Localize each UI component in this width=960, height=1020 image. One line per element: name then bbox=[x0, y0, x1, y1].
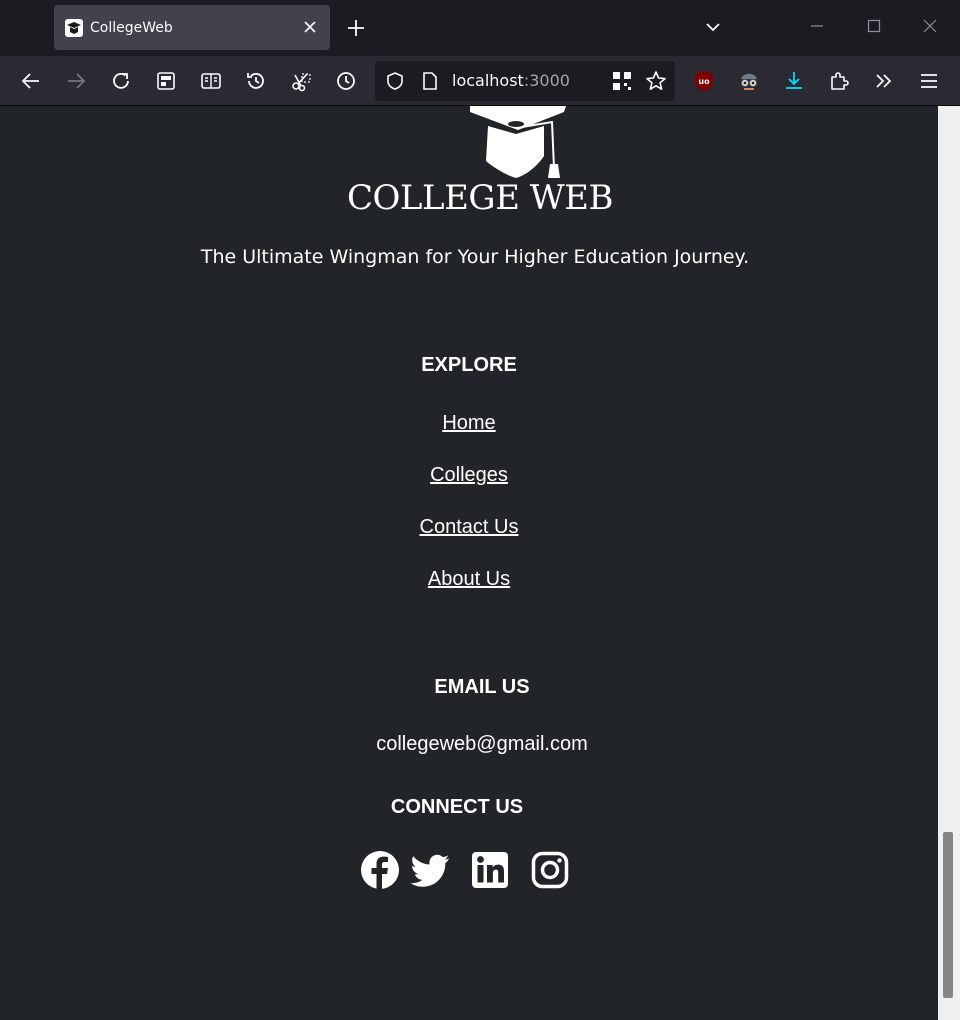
address-bar[interactable]: localhost:3000 bbox=[375, 61, 675, 101]
maximize-window-icon[interactable] bbox=[865, 17, 883, 35]
tracking-protection-shield-icon[interactable] bbox=[385, 71, 405, 91]
extensions-puzzle-icon[interactable] bbox=[827, 69, 851, 93]
instagram-icon[interactable] bbox=[530, 850, 570, 890]
facebook-icon[interactable] bbox=[360, 850, 400, 890]
explore-heading: EXPLORE bbox=[421, 354, 517, 376]
minimize-window-icon[interactable] bbox=[808, 17, 826, 35]
qr-code-icon[interactable] bbox=[612, 71, 632, 91]
forward-arrow-icon[interactable] bbox=[64, 69, 88, 93]
hamburger-menu-icon[interactable] bbox=[917, 69, 941, 93]
footer-link-contact-us[interactable]: Contact Us bbox=[0, 516, 938, 539]
tab-strip: CollegeWeb bbox=[0, 0, 960, 56]
tab-title: CollegeWeb bbox=[90, 20, 173, 36]
reload-icon[interactable] bbox=[109, 69, 133, 93]
page-footer: COLLEGE WEB The Ultimate Wingman for You… bbox=[0, 106, 938, 1020]
spy-glasses-extension-icon[interactable] bbox=[737, 69, 761, 93]
screenshot-scissors-icon[interactable] bbox=[289, 69, 313, 93]
url-text: localhost:3000 bbox=[452, 71, 570, 91]
url-port: :3000 bbox=[523, 71, 570, 90]
connect-us-heading: CONNECT US bbox=[390, 796, 524, 818]
footer-link-colleges[interactable]: Colleges bbox=[0, 464, 938, 487]
overflow-chevrons-icon[interactable] bbox=[872, 69, 896, 93]
svg-text:uo: uo bbox=[698, 77, 710, 86]
graduation-cap-favicon-icon bbox=[65, 19, 83, 37]
bookmark-star-icon[interactable] bbox=[645, 70, 667, 92]
linkedin-icon[interactable] bbox=[470, 850, 510, 890]
tagline: The Ultimate Wingman for Your Higher Edu… bbox=[200, 246, 750, 268]
new-tab-plus-icon[interactable] bbox=[344, 16, 368, 40]
brand-wordmark: COLLEGE WEB bbox=[347, 178, 613, 218]
page-info-icon[interactable] bbox=[421, 71, 439, 91]
email-us-heading: EMAIL US bbox=[434, 676, 530, 698]
twitter-icon[interactable] bbox=[410, 850, 450, 890]
close-window-icon[interactable] bbox=[921, 17, 939, 35]
email-address: collegeweb@gmail.com bbox=[376, 733, 588, 755]
reader-view-icon[interactable] bbox=[199, 69, 223, 93]
clock-icon[interactable] bbox=[334, 69, 358, 93]
close-tab-icon[interactable] bbox=[300, 17, 320, 37]
vertical-scrollbar-thumb[interactable] bbox=[943, 832, 953, 998]
footer-link-home[interactable]: Home bbox=[0, 412, 938, 435]
ublock-origin-icon[interactable]: uo bbox=[692, 69, 716, 93]
download-icon[interactable] bbox=[782, 69, 806, 93]
footer-link-about-us[interactable]: About Us bbox=[0, 568, 938, 591]
chevron-down-icon[interactable] bbox=[702, 16, 724, 38]
navigation-toolbar: localhost:3000 uo bbox=[0, 56, 960, 106]
pocket-screenshot-icon[interactable] bbox=[154, 69, 178, 93]
back-arrow-icon[interactable] bbox=[19, 69, 43, 93]
history-icon[interactable] bbox=[244, 69, 268, 93]
url-host: localhost bbox=[452, 71, 524, 90]
active-tab[interactable]: CollegeWeb bbox=[54, 5, 330, 50]
